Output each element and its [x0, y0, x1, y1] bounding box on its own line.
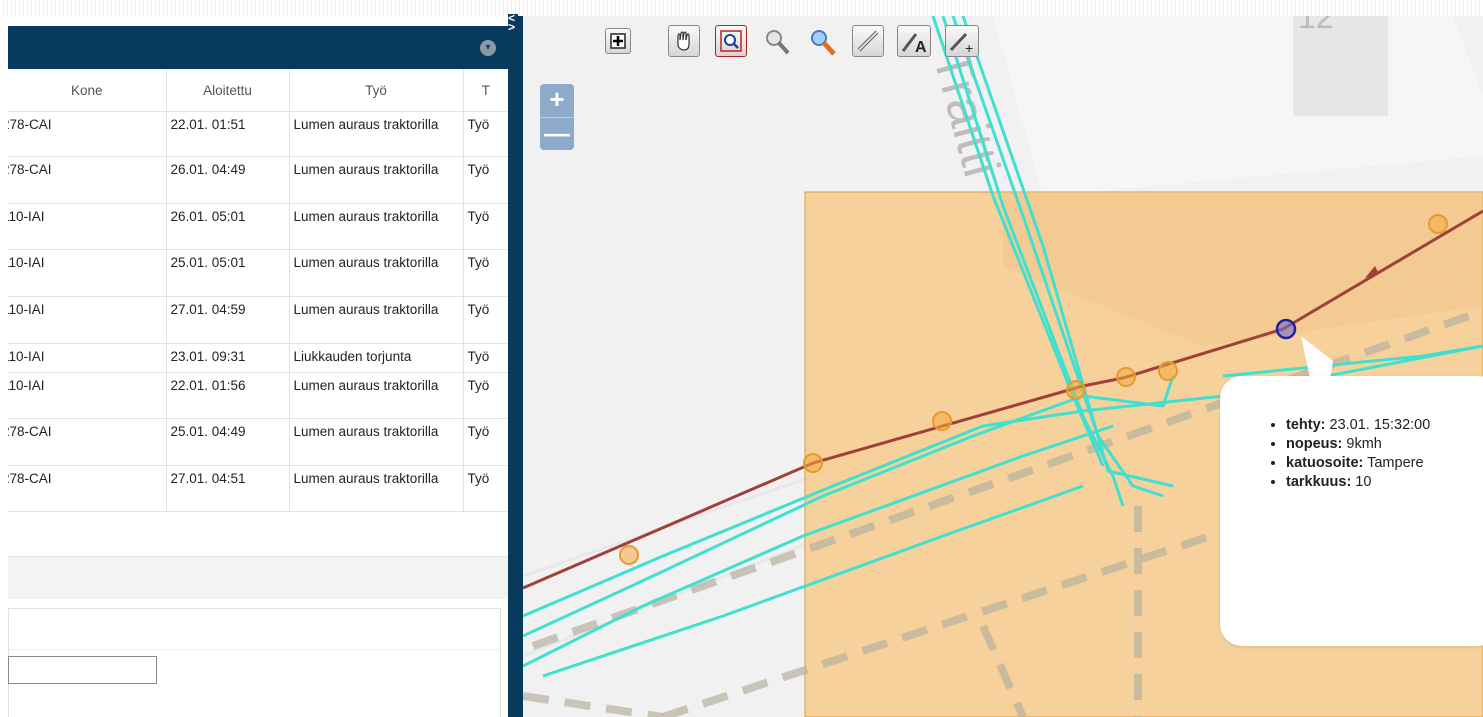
cell-kone: 278-CAI — [8, 156, 167, 204]
cell-aloitettu: 27.01. 04:59 — [166, 296, 290, 344]
popup-item-tarkkuus: tarkkuus: 10 — [1286, 473, 1483, 492]
cell-kone: 110-IAI — [8, 203, 167, 250]
table-row[interactable]: 278-CAI27.01. 04:51Lumen auraus traktori… — [8, 465, 508, 512]
zoom-out-button[interactable]: — — [540, 117, 574, 151]
pan-hand-icon[interactable] — [668, 25, 700, 57]
measure-line-icon[interactable] — [852, 25, 884, 57]
cell-tyo: Lumen auraus traktorilla — [289, 111, 464, 157]
cell-tyo: Lumen auraus traktorilla — [289, 465, 464, 512]
cell-t: Työ — [463, 418, 508, 466]
cell-tyo: Lumen auraus traktorilla — [289, 249, 464, 297]
table-row[interactable]: 278-CAI22.01. 01:51Lumen auraus traktori… — [8, 111, 508, 157]
expand-right-arrow[interactable]: > — [508, 21, 518, 33]
svg-text:+: + — [965, 40, 973, 56]
panel-splitter[interactable] — [508, 16, 523, 717]
draw-text-icon[interactable]: A — [897, 25, 931, 57]
zoom-in-button[interactable]: + — [540, 84, 574, 117]
cell-t: Työ — [463, 249, 508, 297]
cell-aloitettu: 26.01. 04:49 — [166, 156, 290, 204]
column-header-aloitettu[interactable]: Aloitettu — [166, 69, 290, 112]
table-row[interactable]: 110-IAI25.01. 05:01Lumen auraus traktori… — [8, 249, 508, 297]
work-table: Kone Aloitettu Työ T 278-CAI22.01. 01:51… — [8, 69, 508, 512]
cell-t: Työ — [463, 372, 508, 419]
cell-t: Työ — [463, 343, 508, 373]
zoom-control: + — — [540, 84, 574, 150]
table-row[interactable]: 278-CAI26.01. 04:49Lumen auraus traktori… — [8, 156, 508, 204]
browser-top-strip — [0, 0, 1483, 17]
cell-tyo: Lumen auraus traktorilla — [289, 418, 464, 466]
cell-kone: 278-CAI — [8, 418, 167, 466]
zoom-in-magnifier-icon[interactable] — [807, 27, 839, 59]
splitter-arrows[interactable]: < > — [508, 12, 518, 33]
cell-aloitettu: 26.01. 05:01 — [166, 203, 290, 250]
cell-aloitettu: 22.01. 01:56 — [166, 372, 290, 419]
building-number-label: 12 — [1298, 16, 1334, 35]
cell-t: Työ — [463, 203, 508, 250]
cell-tyo: Lumen auraus traktorilla — [289, 372, 464, 419]
search-input[interactable] — [8, 656, 157, 684]
table-row[interactable]: 110-IAI26.01. 05:01Lumen auraus traktori… — [8, 203, 508, 250]
zoom-out-magnifier-icon[interactable] — [762, 27, 792, 57]
popup-item-tehty: tehty: 23.01. 15:32:00 — [1286, 416, 1483, 435]
cell-kone: 110-IAI — [8, 372, 167, 419]
lower-panel-bar — [8, 556, 508, 599]
circle-collapse-icon[interactable]: ▾ — [480, 40, 496, 56]
cell-tyo: Lumen auraus traktorilla — [289, 156, 464, 204]
zoom-box-icon[interactable] — [715, 25, 747, 57]
table-header-row: Kone Aloitettu Työ T — [8, 69, 508, 112]
cell-t: Työ — [463, 465, 508, 512]
cell-aloitettu: 22.01. 01:51 — [166, 111, 290, 157]
draw-add-icon[interactable]: + — [945, 25, 979, 57]
cell-aloitettu: 25.01. 04:49 — [166, 418, 290, 466]
popup-attribute-list: tehty: 23.01. 15:32:00 nopeus: 9kmh katu… — [1220, 416, 1483, 492]
column-header-kone[interactable]: Kone — [8, 69, 167, 112]
table-row[interactable]: 110-IAI22.01. 01:56Lumen auraus traktori… — [8, 372, 508, 419]
selected-route-point[interactable] — [1275, 318, 1297, 340]
work-list-panel: ▾ Kone Aloitettu Työ T 278-CAI22.01. 01:… — [0, 16, 508, 717]
cell-t: Työ — [463, 156, 508, 204]
table-row[interactable]: 278-CAI25.01. 04:49Lumen auraus traktori… — [8, 418, 508, 466]
column-header-t[interactable]: T — [463, 69, 508, 112]
cell-t: Työ — [463, 111, 508, 157]
cell-aloitettu: 25.01. 05:01 — [166, 249, 290, 297]
cell-kone: 110-IAI — [8, 249, 167, 297]
cell-aloitettu: 27.01. 04:51 — [166, 465, 290, 512]
table-row[interactable]: 110-IAI23.01. 09:31Liukkauden torjuntaTy… — [8, 343, 508, 373]
cell-kone: 278-CAI — [8, 465, 167, 512]
popup-item-katuosoite: katuosoite: Tampere — [1286, 454, 1483, 473]
cell-kone: 278-CAI — [8, 111, 167, 157]
cell-tyo: Lumen auraus traktorilla — [289, 296, 464, 344]
column-header-tyo[interactable]: Työ — [289, 69, 464, 112]
cell-kone: 110-IAI — [8, 296, 167, 344]
cell-kone: 110-IAI — [8, 343, 167, 373]
popup-item-nopeus: nopeus: 9kmh — [1286, 435, 1483, 454]
cell-tyo: Liukkauden torjunta — [289, 343, 464, 373]
svg-text:A: A — [915, 39, 927, 56]
cell-aloitettu: 23.01. 09:31 — [166, 343, 290, 373]
cell-tyo: Lumen auraus traktorilla — [289, 203, 464, 250]
plus-square-icon[interactable] — [605, 28, 631, 54]
cell-t: Työ — [463, 296, 508, 344]
table-row[interactable]: 110-IAI27.01. 04:59Lumen auraus traktori… — [8, 296, 508, 344]
feature-info-popup: tehty: 23.01. 15:32:00 nopeus: 9kmh katu… — [1220, 376, 1483, 646]
panel-header: ▾ — [8, 26, 508, 69]
